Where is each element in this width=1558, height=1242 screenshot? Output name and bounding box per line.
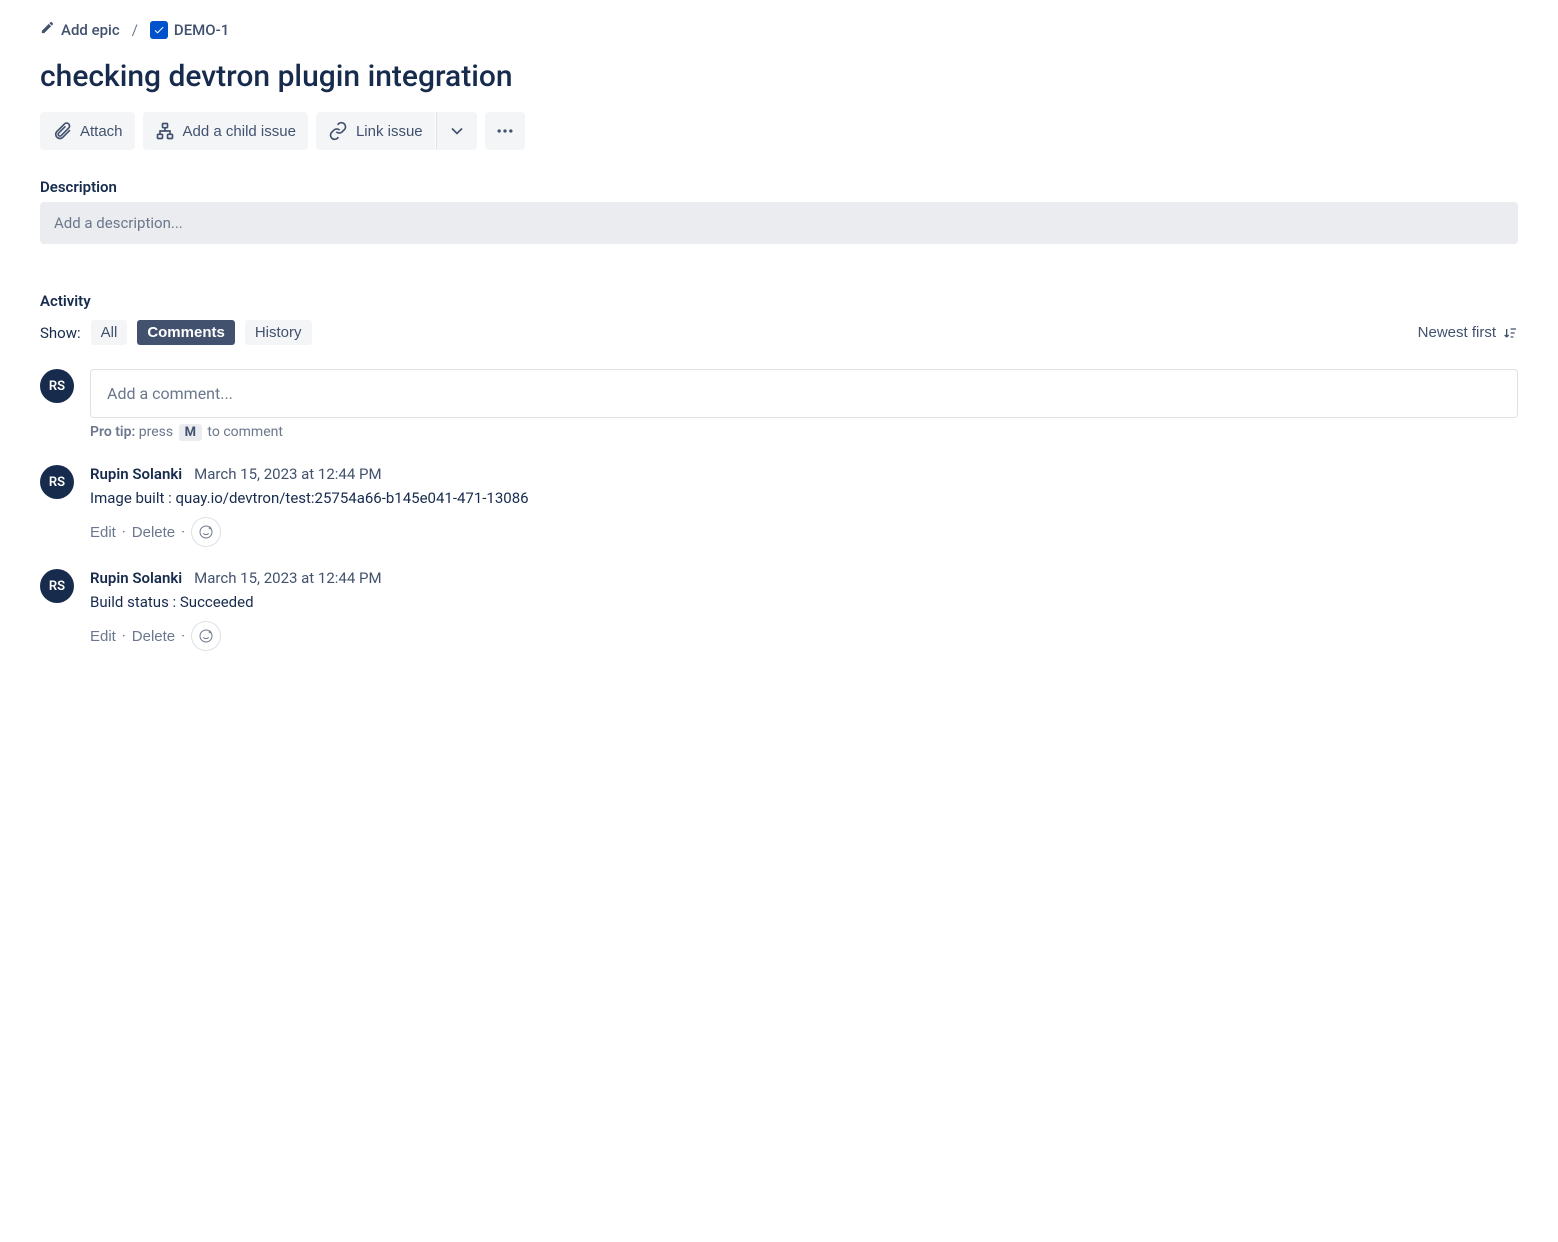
link-issue-dropdown[interactable] bbox=[436, 112, 477, 150]
activity-controls: Show: All Comments History Newest first bbox=[40, 320, 1518, 345]
description-header: Description bbox=[40, 178, 1518, 196]
comment: RS Rupin Solanki March 15, 2023 at 12:44… bbox=[40, 465, 1518, 547]
delete-button[interactable]: Delete bbox=[132, 524, 175, 541]
add-reaction-button[interactable] bbox=[191, 517, 221, 547]
comment-text: Build status : Succeeded bbox=[90, 593, 1518, 611]
tab-all[interactable]: All bbox=[91, 320, 128, 345]
page-title[interactable]: checking devtron plugin integration bbox=[40, 59, 1518, 94]
description-input[interactable]: Add a description... bbox=[40, 202, 1518, 244]
issue-key: DEMO-1 bbox=[174, 21, 229, 39]
protip-strong: Pro tip: bbox=[90, 424, 135, 440]
avatar: RS bbox=[40, 569, 74, 603]
comment-date: March 15, 2023 at 12:44 PM bbox=[194, 569, 381, 587]
add-epic-link[interactable]: Add epic bbox=[40, 20, 120, 39]
edit-button[interactable]: Edit bbox=[90, 628, 116, 645]
more-actions-button[interactable] bbox=[485, 112, 525, 150]
comment-date: March 15, 2023 at 12:44 PM bbox=[194, 465, 381, 483]
emoji-plus-icon bbox=[198, 524, 214, 540]
attach-label: Attach bbox=[80, 123, 123, 140]
emoji-plus-icon bbox=[198, 628, 214, 644]
breadcrumb-separator: / bbox=[132, 21, 138, 39]
tab-comments[interactable]: Comments bbox=[137, 320, 235, 345]
comment-author[interactable]: Rupin Solanki bbox=[90, 465, 182, 483]
link-icon bbox=[328, 121, 348, 141]
more-icon bbox=[495, 121, 515, 141]
show-label: Show: bbox=[40, 324, 81, 342]
comment-author[interactable]: Rupin Solanki bbox=[90, 569, 182, 587]
add-child-label: Add a child issue bbox=[183, 123, 296, 140]
edit-button[interactable]: Edit bbox=[90, 524, 116, 541]
sort-label: Newest first bbox=[1418, 324, 1496, 341]
link-issue-button[interactable]: Link issue bbox=[316, 112, 435, 150]
comment: RS Rupin Solanki March 15, 2023 at 12:44… bbox=[40, 569, 1518, 651]
avatar: RS bbox=[40, 369, 74, 403]
chevron-down-icon bbox=[447, 121, 467, 141]
comment-text: Image built : quay.io/devtron/test:25754… bbox=[90, 489, 1518, 507]
link-issue-label: Link issue bbox=[356, 123, 423, 140]
protip: Pro tip: press M to comment bbox=[90, 424, 1518, 441]
attachment-icon bbox=[52, 121, 72, 141]
issue-key-link[interactable]: DEMO-1 bbox=[150, 21, 229, 39]
comment-input-row: RS Add a comment... bbox=[40, 369, 1518, 418]
toolbar: Attach Add a child issue Link issue bbox=[40, 112, 1518, 150]
tab-history[interactable]: History bbox=[245, 320, 312, 345]
sort-button[interactable]: Newest first bbox=[1418, 324, 1518, 341]
issue-type-icon bbox=[150, 21, 168, 39]
add-epic-label: Add epic bbox=[61, 21, 120, 39]
sort-icon bbox=[1502, 325, 1518, 341]
attach-button[interactable]: Attach bbox=[40, 112, 135, 150]
breadcrumb: Add epic / DEMO-1 bbox=[40, 20, 1518, 39]
pencil-icon bbox=[40, 20, 55, 39]
key-badge: M bbox=[179, 424, 202, 441]
child-issue-icon bbox=[155, 121, 175, 141]
comment-input[interactable]: Add a comment... bbox=[90, 369, 1518, 418]
delete-button[interactable]: Delete bbox=[132, 628, 175, 645]
avatar: RS bbox=[40, 465, 74, 499]
activity-header: Activity bbox=[40, 292, 1518, 310]
add-reaction-button[interactable] bbox=[191, 621, 221, 651]
add-child-issue-button[interactable]: Add a child issue bbox=[143, 112, 308, 150]
